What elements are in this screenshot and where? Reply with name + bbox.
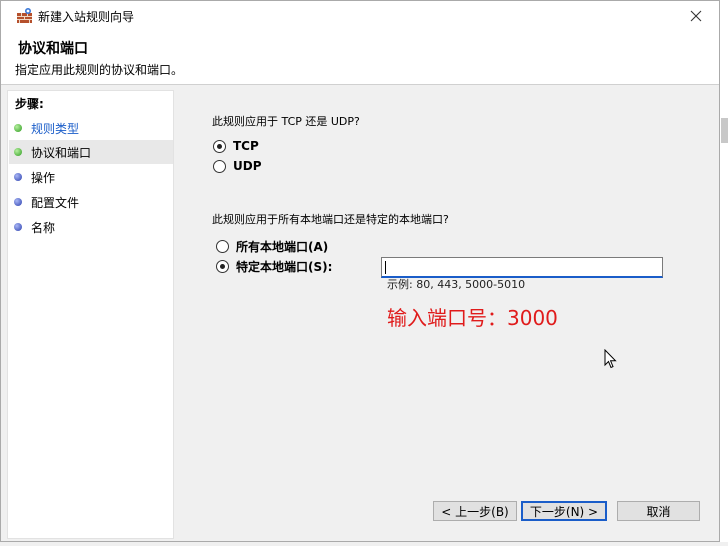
step-pending-icon [14,223,22,231]
close-icon [690,10,702,22]
background-scrollbar-thumb [721,118,728,143]
steps-panel: 步骤: 规则类型 协议和端口 操作 配置文件 名称 [7,90,174,539]
firewall-wall-icon [17,8,32,23]
ports-example-hint: 示例: 80, 443, 5000-5010 [387,278,526,291]
step-label: 配置文件 [31,195,80,210]
page-subtitle: 指定应用此规则的协议和端口。 [15,63,184,77]
next-button[interactable]: 下一步(N) > [521,501,607,521]
title-bar: 新建入站规则向导 [1,1,719,31]
radio-udp[interactable]: UDP [213,159,262,173]
radio-label: UDP [233,159,262,173]
window-title: 新建入站规则向导 [38,10,135,24]
step-protocol-and-ports[interactable]: 协议和端口 [9,140,173,164]
mouse-pointer-icon [604,349,617,369]
step-rule-type[interactable]: 规则类型 [9,116,173,140]
background-strip [0,542,728,546]
step-name: 名称 [9,215,173,239]
radio-all-local-ports[interactable]: 所有本地端口(A) [216,238,328,255]
step-pending-icon [14,198,22,206]
step-label: 规则类型 [31,121,80,136]
radio-indicator [216,240,229,253]
step-label: 名称 [31,220,56,235]
step-label: 操作 [31,170,56,185]
protocol-question: 此规则应用于 TCP 还是 UDP? [212,115,360,128]
radio-specific-local-ports[interactable]: 特定本地端口(S): [216,258,332,275]
radio-indicator [216,260,229,273]
radio-label: 特定本地端口(S): [236,260,333,274]
radio-label: 所有本地端口(A) [236,240,329,254]
specific-ports-input[interactable] [381,257,663,278]
text-caret [385,261,386,274]
wizard-header: 协议和端口 指定应用此规则的协议和端口。 [1,31,719,85]
radio-indicator [213,159,226,173]
back-button[interactable]: < 上一步(B) [433,501,517,521]
ports-question: 此规则应用于所有本地端口还是特定的本地端口? [212,213,449,226]
radio-label: TCP [233,139,259,153]
step-pending-icon [14,173,22,181]
step-done-icon [14,124,22,132]
cancel-button[interactable]: 取消 [617,501,700,521]
wizard-content: 此规则应用于 TCP 还是 UDP? TCP UDP 此规则应用于所有本地端口还… [177,90,719,539]
close-button[interactable] [673,1,719,31]
step-profile: 配置文件 [9,190,173,214]
page-title: 协议和端口 [18,41,88,57]
wizard-window: 新建入站规则向导 协议和端口 指定应用此规则的协议和端口。 步骤: 规则类型 协… [0,0,720,542]
port-annotation: 输入端口号：3000 [387,306,558,330]
radio-indicator [213,139,226,153]
radio-tcp[interactable]: TCP [213,139,259,153]
step-action: 操作 [9,165,173,189]
step-current-icon [14,148,22,156]
step-label: 协议和端口 [31,145,92,160]
steps-heading: 步骤: [15,97,44,111]
